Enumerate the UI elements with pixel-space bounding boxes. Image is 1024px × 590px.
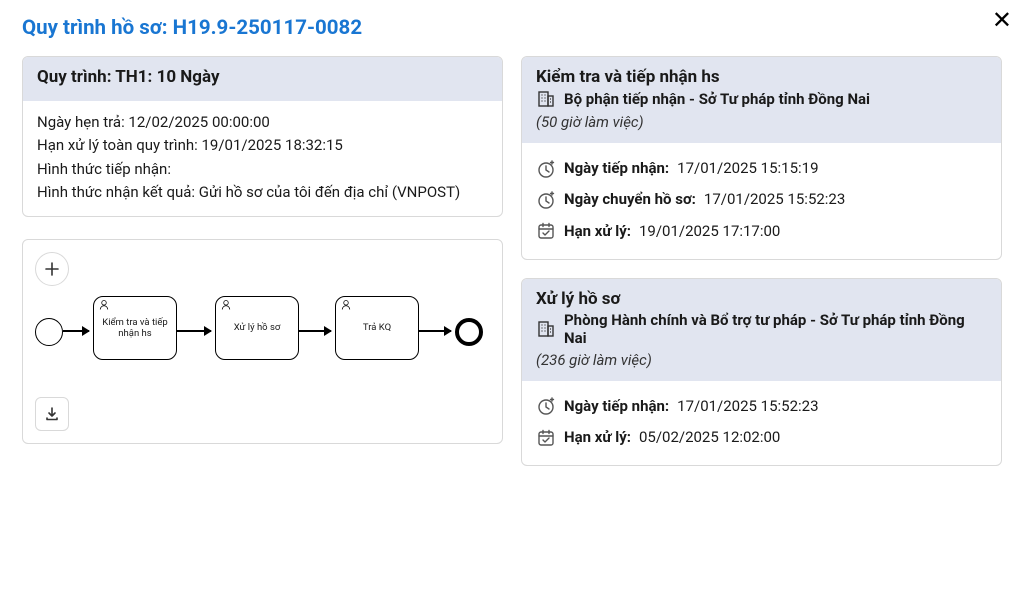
info-value: 17/01/2025 15:52:23	[677, 395, 818, 418]
bpmn-task-label: Kiểm tra và tiếp nhận hs	[98, 317, 172, 340]
clock-plus-icon	[536, 396, 556, 416]
info-label: Ngày tiếp nhận:	[564, 157, 669, 180]
result-method-row: Hình thức nhận kết quả: Gửi hồ sơ của tô…	[37, 181, 488, 204]
step-department: Phòng Hành chính và Bổ trợ tư pháp - Sở …	[536, 311, 987, 347]
page-title: Quy trình hồ sơ: H19.9-250117-0082	[22, 16, 1002, 40]
step-hours: (236 giờ làm việc)	[536, 351, 987, 369]
bpmn-task-2: Xử lý hồ sơ	[215, 296, 299, 360]
plus-icon	[44, 261, 60, 277]
step-body: Ngày tiếp nhận: 17/01/2025 15:15:19Ngày …	[522, 143, 1001, 259]
clock-plus-icon	[536, 159, 556, 179]
bpmn-arrow	[299, 330, 331, 332]
bpmn-diagram-panel: Kiểm tra và tiếp nhận hs Xử lý hồ sơ Trả…	[22, 239, 503, 444]
step-title: Kiểm tra và tiếp nhận hs	[536, 67, 987, 87]
step-header: Xử lý hồ sơPhòng Hành chính và Bổ trợ tư…	[522, 279, 1001, 381]
building-icon	[536, 89, 556, 109]
bpmn-arrow	[419, 330, 451, 332]
case-number: H19.9-250117-0082	[173, 16, 362, 40]
receipt-method-row: Hình thức tiếp nhận:	[37, 158, 488, 181]
user-icon	[340, 299, 352, 311]
step-header: Kiểm tra và tiếp nhận hsBộ phận tiếp nhậ…	[522, 57, 1001, 143]
download-button[interactable]	[35, 397, 69, 431]
download-icon	[44, 406, 60, 422]
bpmn-end-event	[455, 318, 483, 346]
bpmn-diagram: Kiểm tra và tiếp nhận hs Xử lý hồ sơ Trả…	[35, 296, 490, 376]
bpmn-start-event	[35, 318, 63, 346]
step-info-row: Ngày tiếp nhận: 17/01/2025 15:15:19	[536, 153, 987, 184]
calendar-check-icon	[536, 428, 556, 448]
info-value: 05/02/2025 12:02:00	[639, 426, 780, 449]
info-value: 17/01/2025 15:52:23	[704, 188, 845, 211]
info-label: Hạn xử lý:	[564, 220, 631, 243]
step-info-row: Hạn xử lý: 05/02/2025 12:02:00	[536, 422, 987, 453]
calendar-check-icon	[536, 221, 556, 241]
steps-list: Kiểm tra và tiếp nhận hsBộ phận tiếp nhậ…	[521, 56, 1002, 466]
clock-plus-icon	[536, 190, 556, 210]
zoom-in-button[interactable]	[35, 252, 69, 286]
step-info-row: Hạn xử lý: 19/01/2025 17:17:00	[536, 216, 987, 247]
return-date-row: Ngày hẹn trả: 12/02/2025 00:00:00	[37, 111, 488, 134]
bpmn-task-3: Trả KQ	[335, 296, 419, 360]
bpmn-task-label: Trả KQ	[363, 322, 391, 333]
process-header: Quy trình: TH1: 10 Ngày	[37, 67, 488, 87]
bpmn-task-label: Xử lý hồ sơ	[234, 322, 281, 333]
info-label: Ngày tiếp nhận:	[564, 395, 669, 418]
user-icon	[220, 299, 232, 311]
title-prefix: Quy trình hồ sơ:	[22, 16, 173, 40]
building-icon	[536, 319, 556, 339]
step-title: Xử lý hồ sơ	[536, 289, 987, 309]
info-label: Ngày chuyển hồ sơ:	[564, 188, 696, 211]
bpmn-arrow	[177, 330, 211, 332]
step-body: Ngày tiếp nhận: 17/01/2025 15:52:23Hạn x…	[522, 381, 1001, 466]
step-info-row: Ngày tiếp nhận: 17/01/2025 15:52:23	[536, 391, 987, 422]
info-label: Hạn xử lý:	[564, 426, 631, 449]
deadline-row: Hạn xử lý toàn quy trình: 19/01/2025 18:…	[37, 134, 488, 157]
user-icon	[98, 299, 110, 311]
step-panel: Xử lý hồ sơPhòng Hành chính và Bổ trợ tư…	[521, 278, 1002, 467]
step-hours: (50 giờ làm việc)	[536, 113, 987, 131]
bpmn-arrow	[63, 330, 89, 332]
step-department: Bộ phận tiếp nhận - Sở Tư pháp tỉnh Đồng…	[536, 89, 987, 109]
dialog-container: Quy trình hồ sơ: H19.9-250117-0082 Quy t…	[0, 0, 1024, 482]
info-value: 17/01/2025 15:15:19	[677, 157, 818, 180]
info-value: 19/01/2025 17:17:00	[639, 220, 780, 243]
close-icon[interactable]: ✕	[992, 8, 1012, 32]
step-info-row: Ngày chuyển hồ sơ: 17/01/2025 15:52:23	[536, 184, 987, 215]
step-panel: Kiểm tra và tiếp nhận hsBộ phận tiếp nhậ…	[521, 56, 1002, 260]
bpmn-task-1: Kiểm tra và tiếp nhận hs	[93, 296, 177, 360]
process-summary-panel: Quy trình: TH1: 10 Ngày Ngày hẹn trả: 12…	[22, 56, 503, 217]
